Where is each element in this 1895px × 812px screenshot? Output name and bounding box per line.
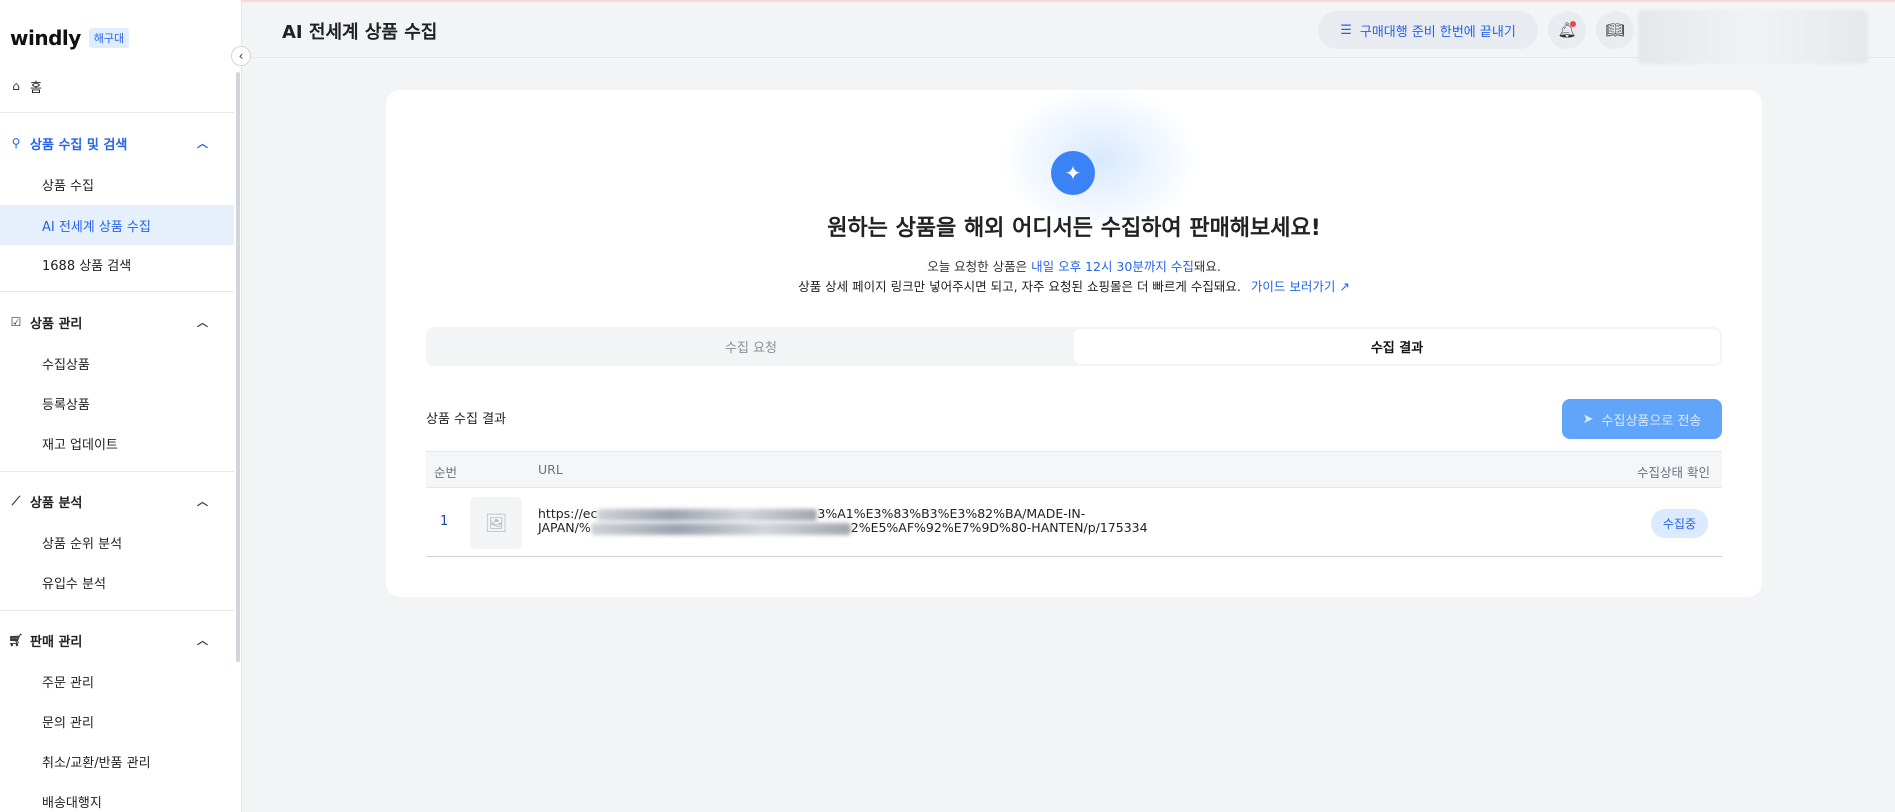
- sidebar-item-label: 등록상품: [42, 397, 90, 413]
- setup-guide-button[interactable]: ☰ 구매대행 준비 한번에 끝내기: [1318, 11, 1538, 49]
- sidebar-item-stock-update[interactable]: 재고 업데이트: [0, 423, 234, 463]
- logo-badge: 해구대: [88, 28, 130, 48]
- sidebar-item-rank-analysis[interactable]: 상품 순위 분석: [0, 522, 234, 562]
- list-icon: ☰: [1340, 22, 1352, 38]
- setup-guide-label: 구매대행 준비 한번에 끝내기: [1359, 24, 1516, 40]
- sidebar-item-forwarder[interactable]: 배송대행지: [0, 781, 234, 812]
- page-title: AI 전세계 상품 수집: [282, 22, 438, 43]
- url-line1-start: https://ec: [538, 506, 598, 521]
- hero-schedule-text: 오늘 요청한 상품은 내일 오후 12시 30분까지 수집돼요.: [386, 256, 1762, 275]
- sidebar-section-label: 상품 수집 및 검색: [30, 137, 128, 153]
- divider: [0, 291, 234, 292]
- sidebar-item-label: 문의 관리: [42, 715, 94, 731]
- sidebar-item-label: 주문 관리: [42, 675, 94, 691]
- column-header-url: URL: [538, 462, 563, 477]
- sidebar-section-label: 판매 관리: [30, 634, 83, 650]
- sidebar-item-registered[interactable]: 등록상품: [0, 383, 234, 423]
- tab-collect-request[interactable]: 수집 요청: [428, 329, 1074, 364]
- sidebar-item-inquiries[interactable]: 문의 관리: [0, 701, 234, 741]
- status-badge[interactable]: 수집중: [1650, 509, 1708, 538]
- row-url[interactable]: https://ec 3%A1%E3%83%B3%E3%82%BA/MADE-IN…: [538, 507, 1218, 535]
- hero-description: 상품 상세 페이지 링크만 넣어주시면 되고, 자주 요청된 쇼핑몰은 더 빠르…: [386, 276, 1762, 295]
- image-placeholder-icon: 🖼︎: [470, 497, 522, 549]
- external-link-icon: ↗: [1339, 279, 1350, 294]
- sidebar-item-traffic-analysis[interactable]: 유입수 분석: [0, 562, 234, 602]
- chevron-up-icon: ︿: [197, 137, 208, 150]
- sidebar-item-label: 상품 순위 분석: [42, 536, 123, 552]
- sidebar-section-sales[interactable]: 🛒︎ 판매 관리 ︿: [0, 620, 234, 660]
- sidebar-item-label: 유입수 분석: [42, 576, 106, 592]
- logo: windly: [10, 26, 81, 50]
- results-label: 상품 수집 결과: [426, 412, 507, 427]
- home-icon: ⌂: [12, 79, 20, 93]
- sidebar-item-label: 배송대행지: [42, 795, 102, 811]
- docs-button[interactable]: 📖︎: [1596, 11, 1634, 49]
- cart-icon: 🛒︎: [8, 633, 24, 647]
- schedule-suffix: 돼요.: [1193, 259, 1221, 274]
- sidebar-item-collected[interactable]: 수집상품: [0, 343, 234, 383]
- send-button-label: 수집상품으로 전송: [1601, 413, 1702, 429]
- sidebar-item-label: 수집상품: [42, 357, 90, 373]
- sidebar-item-label: AI 전세계 상품 수집: [42, 219, 151, 235]
- notification-dot: [1570, 21, 1576, 27]
- sidebar-item-returns[interactable]: 취소/교환/반품 관리: [0, 741, 234, 781]
- chevron-up-icon: ︿: [197, 495, 208, 508]
- column-header-status: 수집상태 확인: [1637, 465, 1710, 480]
- sidebar: windly 해구대 ⌂ 홈 ⚲ 상품 수집 및 검색 ︿ 상품 수집 AI 전…: [0, 0, 242, 812]
- sparkle-icon: ✦: [1051, 151, 1095, 195]
- column-header-index: 순번: [434, 465, 458, 480]
- sidebar-collapse-button[interactable]: ‹: [231, 46, 251, 66]
- sidebar-item-orders[interactable]: 주문 관리: [0, 661, 234, 701]
- sidebar-item-ai-collect[interactable]: AI 전세계 상품 수집: [0, 205, 234, 245]
- sidebar-item-product-collect[interactable]: 상품 수집: [0, 164, 234, 204]
- send-icon: ➤: [1582, 411, 1594, 427]
- profile-area[interactable]: [1638, 10, 1868, 64]
- hero-description-text: 상품 상세 페이지 링크만 넣어주시면 되고, 자주 요청된 쇼핑몰은 더 빠르…: [798, 279, 1241, 294]
- sidebar-section-label: 상품 관리: [30, 316, 83, 332]
- chevron-left-icon: ‹: [238, 49, 244, 63]
- divider: [0, 610, 234, 611]
- brand[interactable]: windly 해구대: [10, 26, 130, 50]
- sidebar-item-label: 취소/교환/반품 관리: [42, 755, 151, 771]
- search-icon: ⚲: [11, 136, 21, 150]
- url-redacted: [590, 522, 851, 535]
- sidebar-item-label: 상품 수집: [42, 178, 94, 194]
- guide-link[interactable]: 가이드 보러가기 ↗: [1251, 279, 1350, 294]
- tab-collect-result[interactable]: 수집 결과: [1074, 329, 1720, 364]
- table-row[interactable]: 1 🖼︎ https://ec 3%A1%E3%83%B3%E3%82%BA/MA…: [426, 488, 1722, 557]
- url-line2-start: JAPAN/%: [538, 520, 591, 535]
- guide-link-label: 가이드 보러가기: [1250, 279, 1336, 294]
- schedule-prefix: 오늘 요청한 상품은: [927, 259, 1032, 274]
- book-icon: 📖︎: [1605, 21, 1625, 39]
- chart-icon: ⟋: [11, 493, 21, 508]
- sidebar-item-label: 재고 업데이트: [42, 437, 118, 453]
- chevron-up-icon: ︿: [197, 316, 208, 329]
- sidebar-section-label: 상품 분석: [30, 495, 83, 511]
- chevron-up-icon: ︿: [197, 634, 208, 647]
- hero-title: 원하는 상품을 해외 어디서든 수집하여 판매해보세요!: [827, 216, 1321, 241]
- collect-tabs: 수집 요청 수집 결과: [426, 327, 1722, 366]
- top-header: AI 전세계 상품 수집 ☰ 구매대행 준비 한번에 끝내기 🔔︎ 📖︎: [242, 2, 1895, 64]
- sidebar-section-product-manage[interactable]: ☑ 상품 관리 ︿: [0, 302, 234, 342]
- row-index: 1: [440, 514, 449, 529]
- sidebar-item-label: 홈: [30, 80, 42, 96]
- results-table-header: 순번 URL 수집상태 확인: [426, 451, 1722, 488]
- url-line1-end: 3%A1%E3%83%B3%E3%82%BA/MADE-IN-: [817, 506, 1086, 521]
- url-line2-end: 2%E5%AF%92%E7%9D%80-HANTEN/p/175334: [850, 520, 1148, 535]
- send-to-collected-button[interactable]: ➤ 수집상품으로 전송: [1562, 399, 1722, 439]
- sidebar-item-1688-search[interactable]: 1688 상품 검색: [0, 244, 234, 284]
- divider: [0, 112, 234, 113]
- sidebar-item-label: 1688 상품 검색: [42, 258, 132, 274]
- url-redacted: [597, 508, 818, 521]
- notification-button[interactable]: 🔔︎: [1548, 11, 1586, 49]
- schedule-highlight: 내일 오후 12시 30분까지 수집: [1031, 259, 1194, 274]
- sidebar-scrollbar[interactable]: [236, 72, 240, 662]
- divider: [0, 471, 234, 472]
- checkbox-icon: ☑: [10, 315, 22, 329]
- sidebar-item-home[interactable]: ⌂ 홈: [0, 66, 234, 106]
- sidebar-section-analysis[interactable]: ⟋ 상품 분석 ︿: [0, 481, 234, 521]
- sidebar-section-collect[interactable]: ⚲ 상품 수집 및 검색 ︿: [0, 123, 234, 163]
